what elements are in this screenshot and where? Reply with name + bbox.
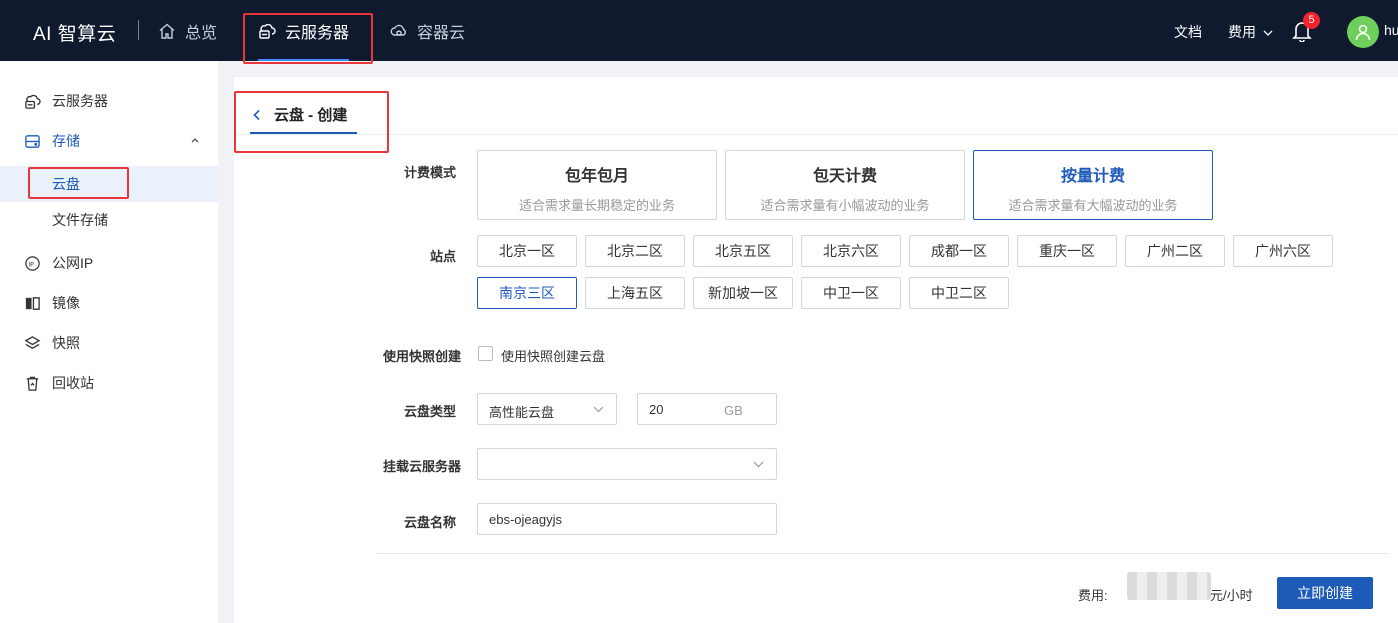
billing-option-desc: 适合需求量长期稳定的业务 [518,198,675,213]
site-option[interactable]: 北京一区 [477,235,577,267]
mount-server-label: 挂载云服务器 [382,459,461,474]
billing-option-yearly[interactable]: 包年包月 适合需求量长期稳定的业务 [477,150,717,220]
nav-container-cloud[interactable]: 容器云 [390,0,465,61]
site-option[interactable]: 中卫一区 [801,277,901,309]
site-option[interactable]: 上海五区 [585,277,685,309]
nav-cloud-server-label: 云服务器 [285,24,350,42]
snapshot-icon [24,335,41,349]
brand-logo[interactable]: AI 智算云 [33,19,116,46]
disk-name-label: 云盘名称 [403,515,456,530]
billing-option-pay-as-you-go[interactable]: 按量计费 适合需求量有大幅波动的业务 [973,150,1213,220]
svg-text:IP: IP [28,261,34,268]
recycle-bin-icon [26,376,39,391]
disk-type-select[interactable]: 高性能云盘 [477,393,617,425]
docs-link[interactable]: 文档 [1174,22,1202,42]
cloud-server-icon [259,23,276,39]
sidebar-item-public-ip[interactable]: IP 公网IP [0,243,218,283]
site-option[interactable]: 北京五区 [693,235,793,267]
site-option[interactable]: 广州二区 [1125,235,1225,267]
billing-option-daily[interactable]: 包天计费 适合需求量有小幅波动的业务 [725,150,965,220]
fees-menu-label: 费用 [1228,24,1256,40]
sidebar: 云服务器 存储 云盘 文件存储 IP 公网IP 镜像 快照 回收站 [0,61,218,623]
site-label: 站点 [429,249,456,264]
sidebar-item-image[interactable]: 镜像 [0,283,218,323]
mount-server-select[interactable] [477,448,777,480]
sidebar-item-label: 快照 [52,335,80,351]
brand-divider [138,20,139,40]
sidebar-item-label: 回收站 [52,375,94,391]
image-icon [25,296,40,310]
container-cloud-icon [390,24,406,36]
user-icon [1355,24,1371,41]
sidebar-item-storage[interactable]: 存储 [0,121,218,161]
sidebar-item-recycle-bin[interactable]: 回收站 [0,363,218,403]
billing-option-desc: 适合需求量有大幅波动的业务 [1008,198,1178,213]
chevron-down-icon [593,406,604,413]
sidebar-item-label: 存储 [52,133,80,149]
create-now-button[interactable]: 立即创建 [1277,577,1373,609]
cloud-server-icon [25,94,41,109]
sidebar-item-cloud-server[interactable]: 云服务器 [0,81,218,121]
fees-menu[interactable]: 费用 [1228,22,1273,42]
chevron-left-icon[interactable] [252,109,262,121]
site-option[interactable]: 北京二区 [585,235,685,267]
page-title[interactable]: 云盘 - 创建 [252,104,347,125]
chevron-down-icon [753,461,764,468]
footer-divider [377,553,1389,554]
header-divider [234,134,1398,135]
nav-cloud-server[interactable]: 云服务器 [258,0,350,61]
site-option[interactable]: 新加坡一区 [693,277,793,309]
sidebar-item-file-storage[interactable]: 文件存储 [0,202,218,238]
disk-name-input[interactable] [477,503,777,535]
site-option[interactable]: 重庆一区 [1017,235,1117,267]
disk-size-unit: GB [724,403,743,418]
top-navbar: AI 智算云 总览 云服务器 容器云 文档 费用 5 hu [0,0,1398,61]
avatar[interactable] [1347,16,1379,48]
billing-mode-label: 计费模式 [403,165,456,180]
home-icon [159,23,175,39]
disk-type-value: 高性能云盘 [489,405,555,420]
sidebar-item-cloud-disk[interactable]: 云盘 [0,166,218,202]
disk-type-label: 云盘类型 [403,404,456,419]
fee-amount-redacted [1127,572,1211,600]
notification-badge: 5 [1303,12,1320,29]
snapshot-checkbox[interactable] [478,346,493,361]
disk-size-input[interactable]: 20 GB [637,393,777,425]
sidebar-item-label: 云服务器 [52,93,108,109]
nav-container-cloud-label: 容器云 [417,24,466,42]
fee-unit: 元/小时 [1210,588,1253,603]
sidebar-item-snapshot[interactable]: 快照 [0,323,218,363]
site-option[interactable]: 广州六区 [1233,235,1333,267]
sidebar-item-label: 文件存储 [52,212,108,228]
ip-icon: IP [25,255,40,271]
sidebar-item-label: 云盘 [52,176,80,192]
site-option[interactable]: 中卫二区 [909,277,1009,309]
chevron-up-icon [191,138,199,143]
billing-option-title: 包年包月 [564,168,629,185]
site-option[interactable]: 成都一区 [909,235,1009,267]
sidebar-item-label: 镜像 [52,295,80,311]
disk-size-value: 20 [649,402,664,417]
storage-icon [25,134,40,148]
page-title-text: 云盘 - 创建 [274,107,348,124]
nav-overview-label: 总览 [185,24,218,42]
billing-option-title: 按量计费 [1060,168,1125,185]
username[interactable]: hu [1384,22,1398,38]
fee-label: 费用: [1078,588,1108,603]
billing-option-desc: 适合需求量有小幅波动的业务 [760,198,930,213]
chevron-down-icon [1263,30,1273,36]
nav-overview[interactable]: 总览 [158,0,217,61]
sidebar-item-label: 公网IP [52,255,94,271]
billing-option-title: 包天计费 [812,168,877,185]
site-option[interactable]: 北京六区 [801,235,901,267]
site-option-selected[interactable]: 南京三区 [477,277,577,309]
snapshot-checkbox-label[interactable]: 使用快照创建云盘 [501,346,605,365]
snapshot-create-label: 使用快照创建 [382,349,461,364]
